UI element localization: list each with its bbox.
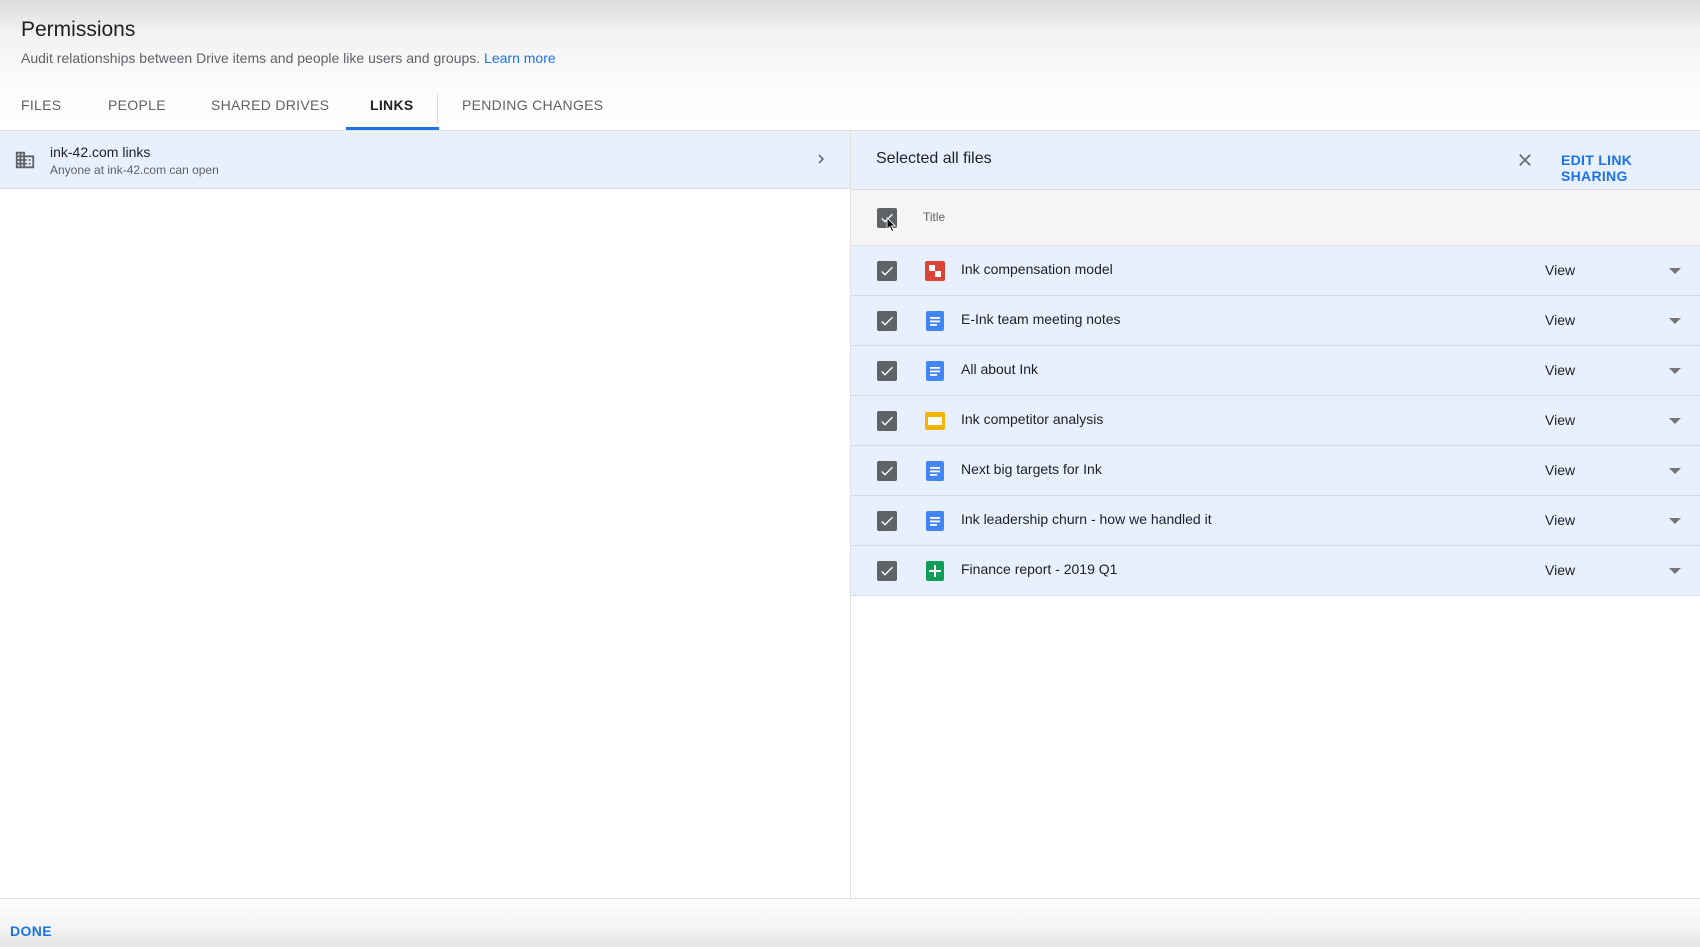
doc-icon [926, 511, 944, 531]
link-group-item[interactable]: ink-42.com links Anyone at ink-42.com ca… [0, 131, 850, 189]
table-header: Title [851, 190, 1700, 246]
dropdown-arrow-icon[interactable] [1669, 468, 1681, 474]
row-checkbox[interactable] [877, 561, 897, 581]
row-checkbox[interactable] [877, 361, 897, 381]
file-name: All about Ink [961, 361, 1039, 377]
tab-files[interactable]: FILES [21, 86, 61, 130]
tab-people[interactable]: PEOPLE [108, 86, 166, 130]
close-icon[interactable] [1515, 150, 1535, 170]
selection-title: Selected all files [876, 150, 992, 167]
page-title: Permissions [21, 18, 136, 41]
file-row[interactable]: Ink compensation model View [851, 246, 1700, 296]
doc-icon [926, 461, 944, 481]
permission-value[interactable]: View [1545, 562, 1575, 578]
permission-value[interactable]: View [1545, 312, 1575, 328]
file-name: E-Ink team meeting notes [961, 311, 1121, 327]
dropdown-arrow-icon[interactable] [1669, 518, 1681, 524]
selection-bar: Selected all files EDIT LINK SHARING [851, 131, 1700, 190]
dropdown-arrow-icon[interactable] [1669, 318, 1681, 324]
file-row[interactable]: Ink leadership churn - how we handled it… [851, 496, 1700, 546]
link-group-title: ink-42.com links [50, 144, 151, 160]
tab-bar: FILES PEOPLE SHARED DRIVES LINKS PENDING… [0, 86, 1700, 130]
row-checkbox[interactable] [877, 461, 897, 481]
file-name: Ink compensation model [961, 261, 1113, 277]
column-title[interactable]: Title [923, 210, 945, 224]
done-button[interactable]: DONE [10, 923, 52, 939]
page-header: Permissions Audit relationships between … [21, 18, 556, 66]
file-row[interactable]: Finance report - 2019 Q1 View [851, 546, 1700, 596]
link-groups-panel: ink-42.com links Anyone at ink-42.com ca… [0, 131, 850, 898]
doc-icon [926, 361, 944, 381]
mouse-cursor-icon [886, 217, 897, 233]
file-row[interactable]: Next big targets for Ink View [851, 446, 1700, 496]
dropdown-arrow-icon[interactable] [1669, 268, 1681, 274]
pdf-icon [925, 261, 945, 281]
tab-shared-drives[interactable]: SHARED DRIVES [211, 86, 329, 130]
row-checkbox[interactable] [877, 261, 897, 281]
permission-value[interactable]: View [1545, 512, 1575, 528]
link-group-subtitle: Anyone at ink-42.com can open [50, 163, 219, 177]
edit-link-sharing-button[interactable]: EDIT LINK SHARING [1561, 152, 1700, 184]
file-name: Ink leadership churn - how we handled it [961, 511, 1212, 527]
footer-bar: DONE [0, 898, 1700, 947]
chevron-right-icon [818, 154, 824, 164]
dropdown-arrow-icon[interactable] [1669, 568, 1681, 574]
file-row[interactable]: Ink competitor analysis View [851, 396, 1700, 446]
file-name: Ink competitor analysis [961, 411, 1104, 427]
file-name: Next big targets for Ink [961, 461, 1102, 477]
row-checkbox[interactable] [877, 511, 897, 531]
sheet-icon [926, 561, 944, 581]
permission-value[interactable]: View [1545, 462, 1575, 478]
file-row[interactable]: E-Ink team meeting notes View [851, 296, 1700, 346]
tab-links[interactable]: LINKS [346, 86, 438, 130]
permission-value[interactable]: View [1545, 262, 1575, 278]
learn-more-link[interactable]: Learn more [484, 50, 556, 66]
permission-value[interactable]: View [1545, 362, 1575, 378]
row-checkbox[interactable] [877, 411, 897, 431]
file-selection-panel: Selected all files EDIT LINK SHARING Tit… [851, 131, 1700, 898]
row-checkbox[interactable] [877, 311, 897, 331]
permission-value[interactable]: View [1545, 412, 1575, 428]
tab-pending-changes[interactable]: PENDING CHANGES [462, 86, 603, 130]
file-name: Finance report - 2019 Q1 [961, 561, 1118, 577]
building-icon [15, 151, 35, 169]
tab-divider [437, 94, 438, 124]
page-subtitle: Audit relationships between Drive items … [21, 50, 556, 66]
file-list: Ink compensation model View E-Ink team m… [851, 246, 1700, 596]
file-row[interactable]: All about Ink View [851, 346, 1700, 396]
slides-icon [925, 412, 945, 430]
subtitle-text: Audit relationships between Drive items … [21, 50, 481, 66]
dropdown-arrow-icon[interactable] [1669, 368, 1681, 374]
dropdown-arrow-icon[interactable] [1669, 418, 1681, 424]
doc-icon [926, 311, 944, 331]
